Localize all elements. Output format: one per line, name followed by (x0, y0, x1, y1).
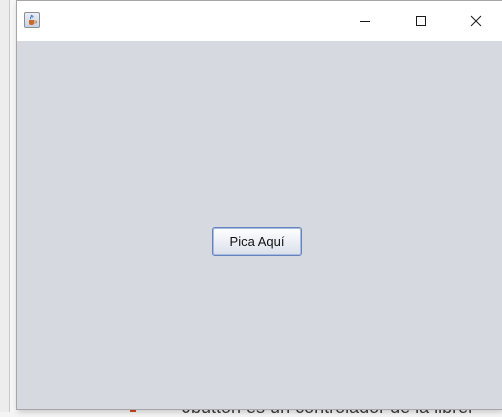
java-cup-icon[interactable] (24, 12, 40, 28)
maximize-button[interactable] (398, 1, 444, 41)
close-button[interactable] (453, 1, 499, 41)
background-window-edge (0, 0, 10, 412)
close-icon (470, 15, 482, 27)
pica-aqui-button[interactable]: Pica Aquí (212, 227, 302, 256)
minimize-icon (360, 21, 370, 22)
content-pane: Pica Aquí (17, 41, 502, 409)
minimize-button[interactable] (342, 1, 388, 41)
title-bar[interactable] (17, 1, 502, 41)
maximize-icon (416, 16, 426, 26)
java-application-window: Pica Aquí (17, 1, 502, 409)
